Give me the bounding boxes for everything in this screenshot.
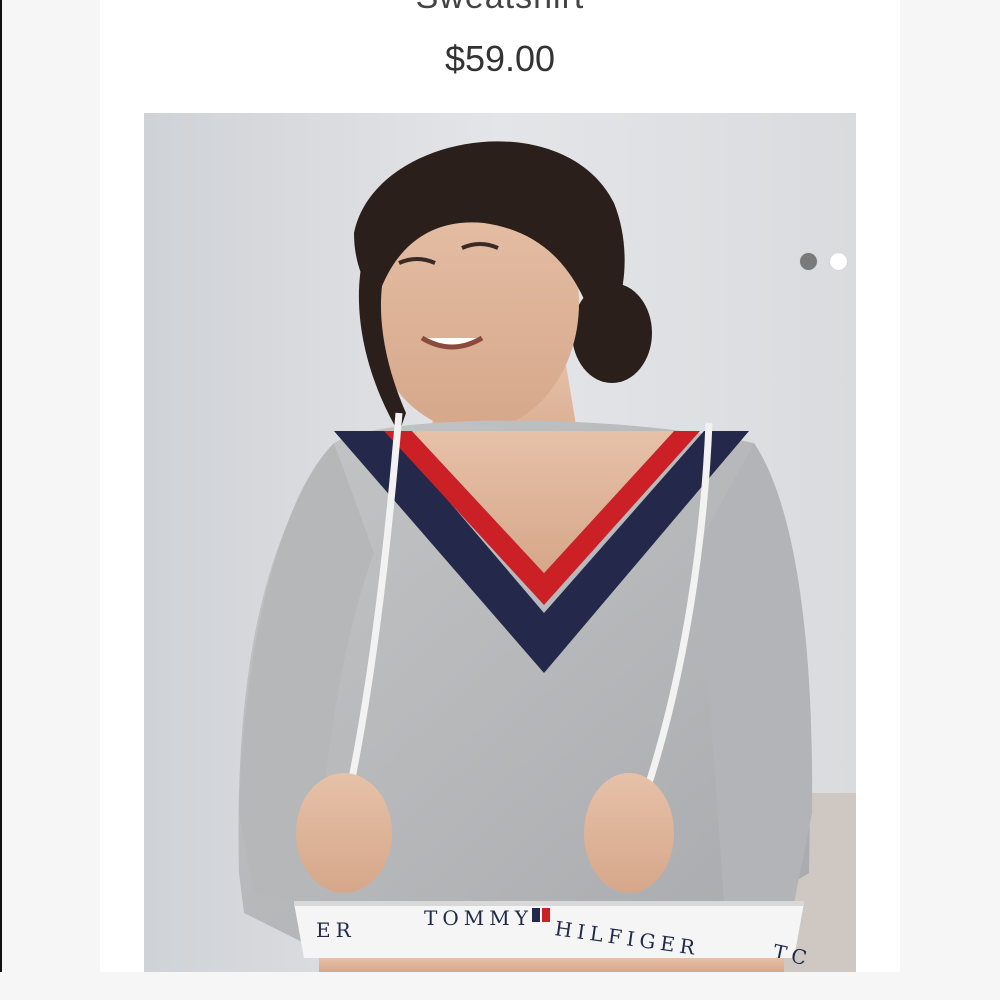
bottom-margin xyxy=(0,972,1000,1000)
flag-logo-icon xyxy=(532,908,550,922)
carousel-dots xyxy=(800,253,856,270)
product-title: Sweatshirt xyxy=(100,0,900,17)
waistband-left-fragment: ER xyxy=(316,918,356,942)
window-edge xyxy=(0,0,2,1000)
product-photo-illustration: ER TOMMY HILFIGER TC xyxy=(144,113,856,972)
product-page: Sweatshirt $59.00 xyxy=(0,0,1000,1000)
carousel-dot-1[interactable] xyxy=(800,253,817,270)
carousel-dot-2[interactable] xyxy=(830,253,847,270)
waistband-word-tommy: TOMMY xyxy=(424,906,533,930)
product-image[interactable]: ER TOMMY HILFIGER TC xyxy=(144,113,856,972)
product-price: $59.00 xyxy=(444,38,556,79)
